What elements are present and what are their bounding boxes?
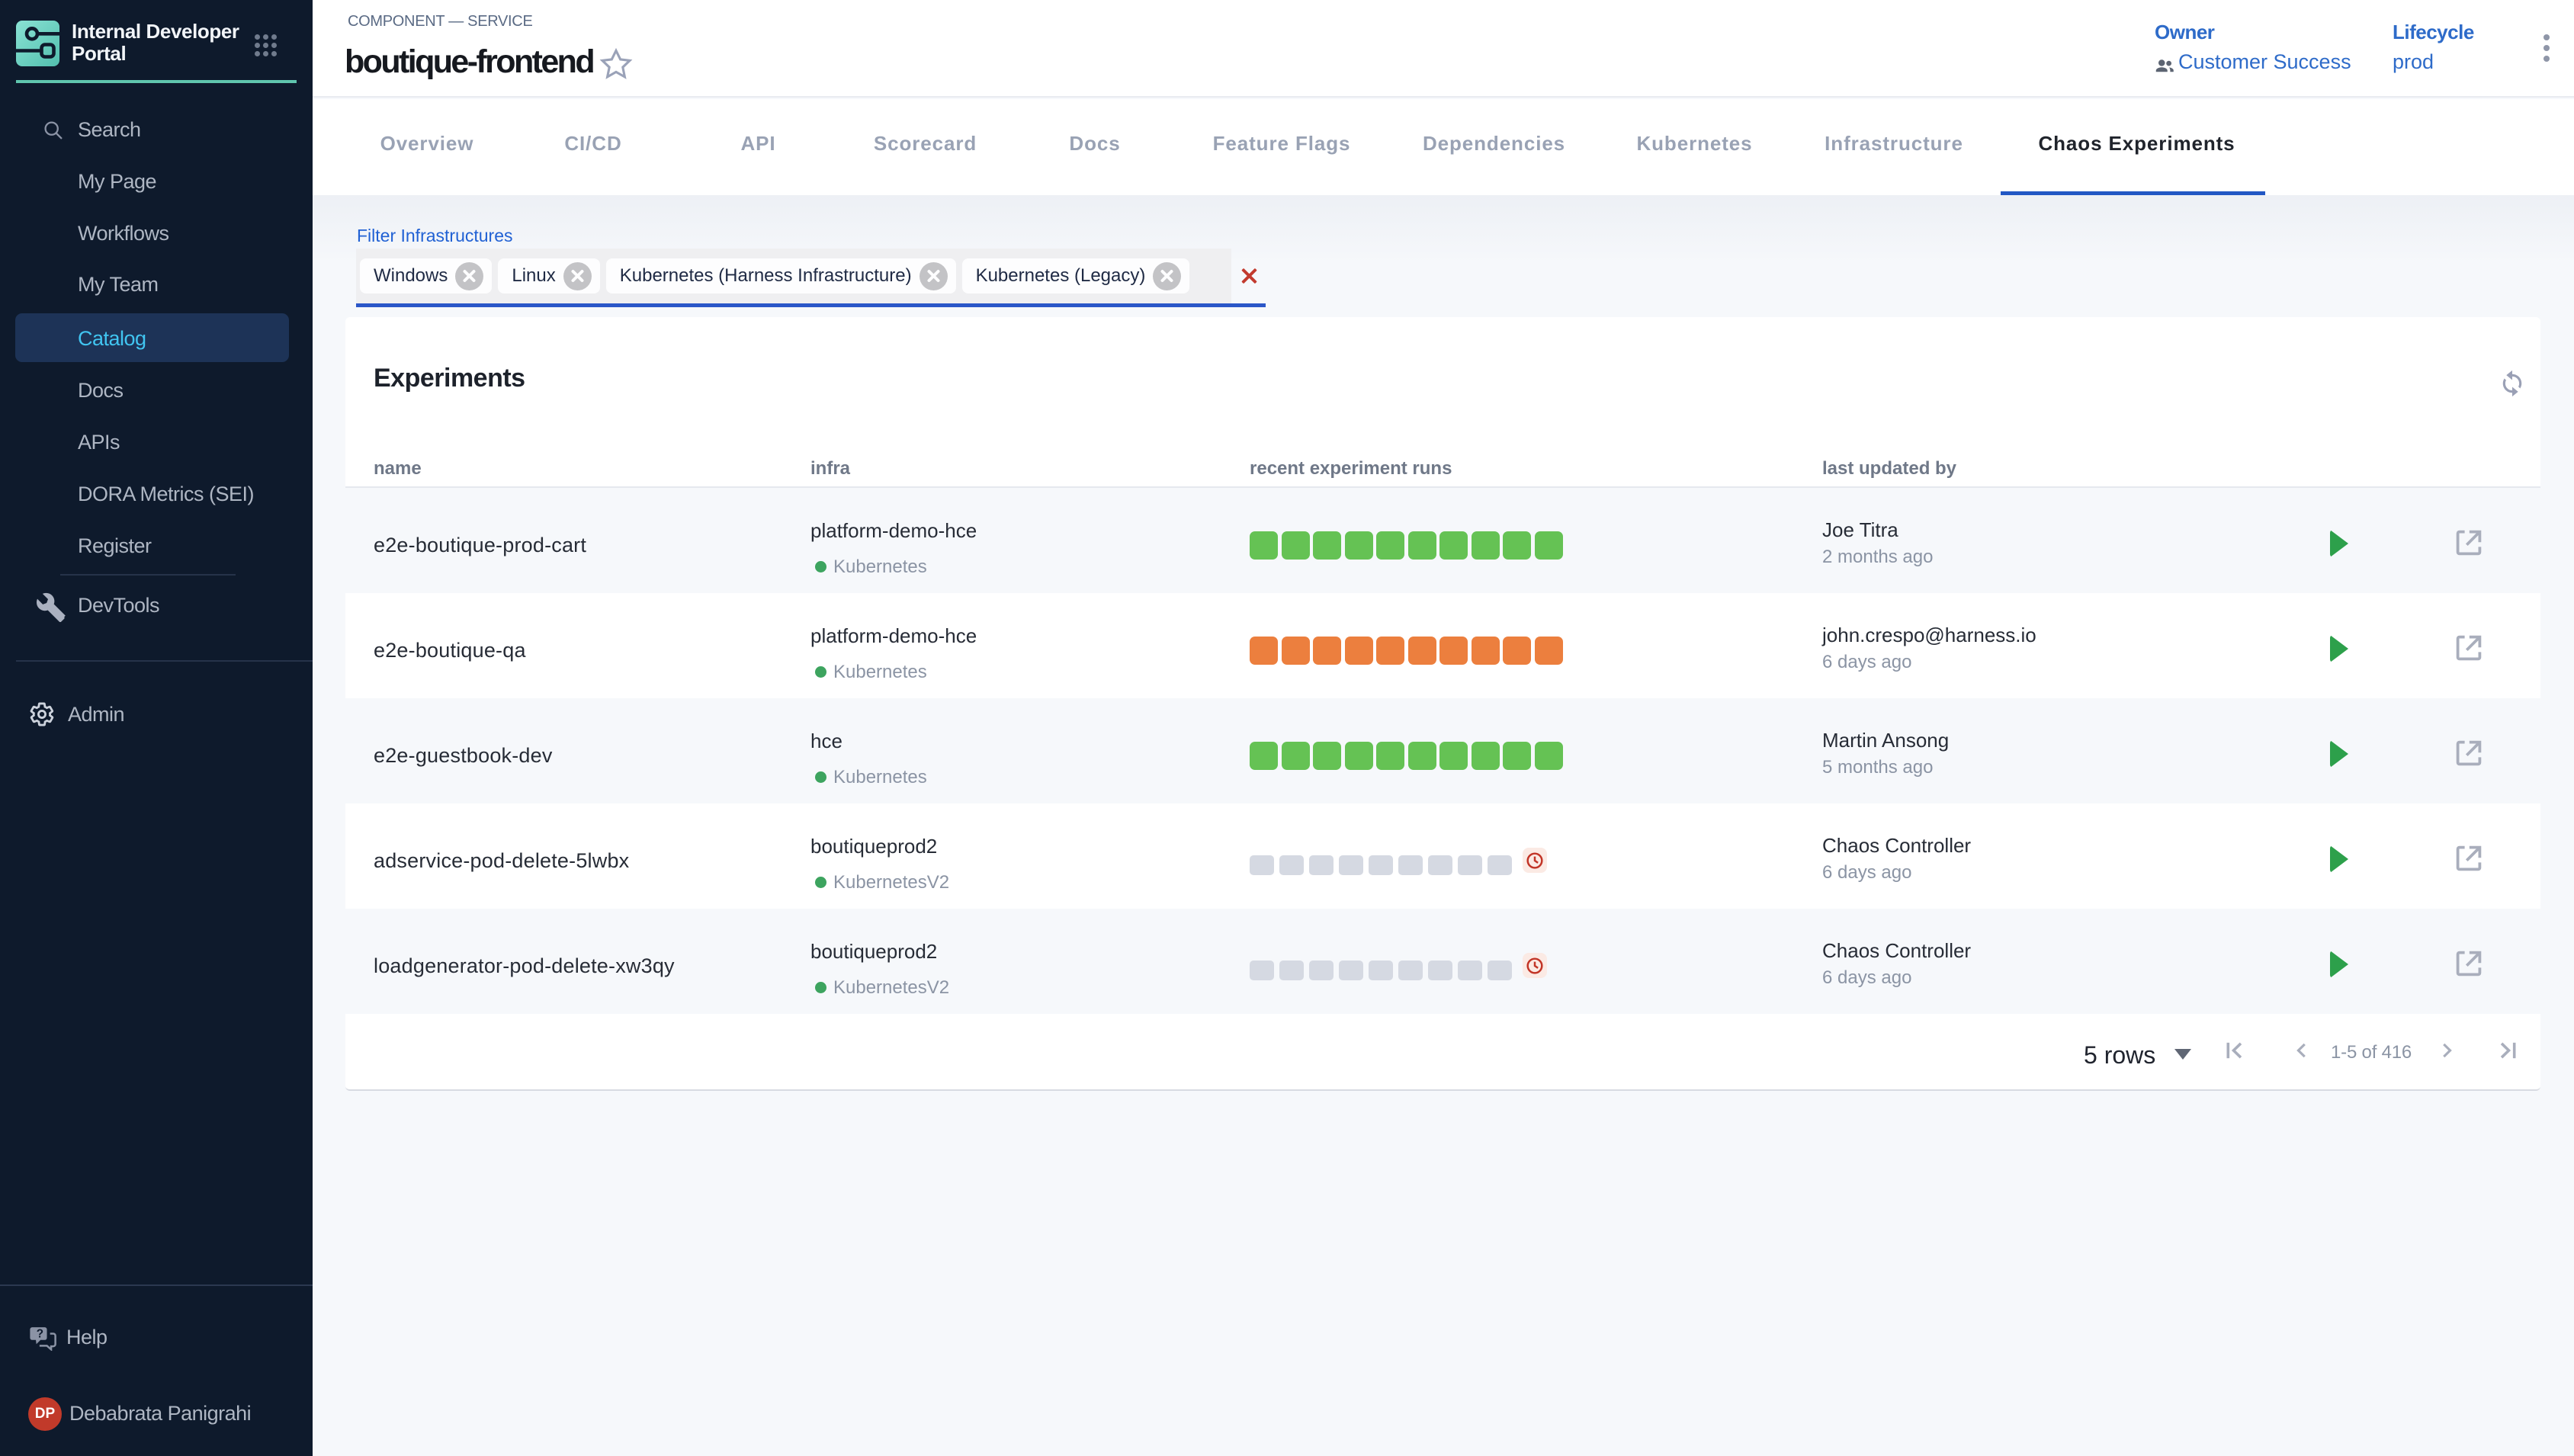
svg-text:?: ? bbox=[37, 1327, 43, 1340]
